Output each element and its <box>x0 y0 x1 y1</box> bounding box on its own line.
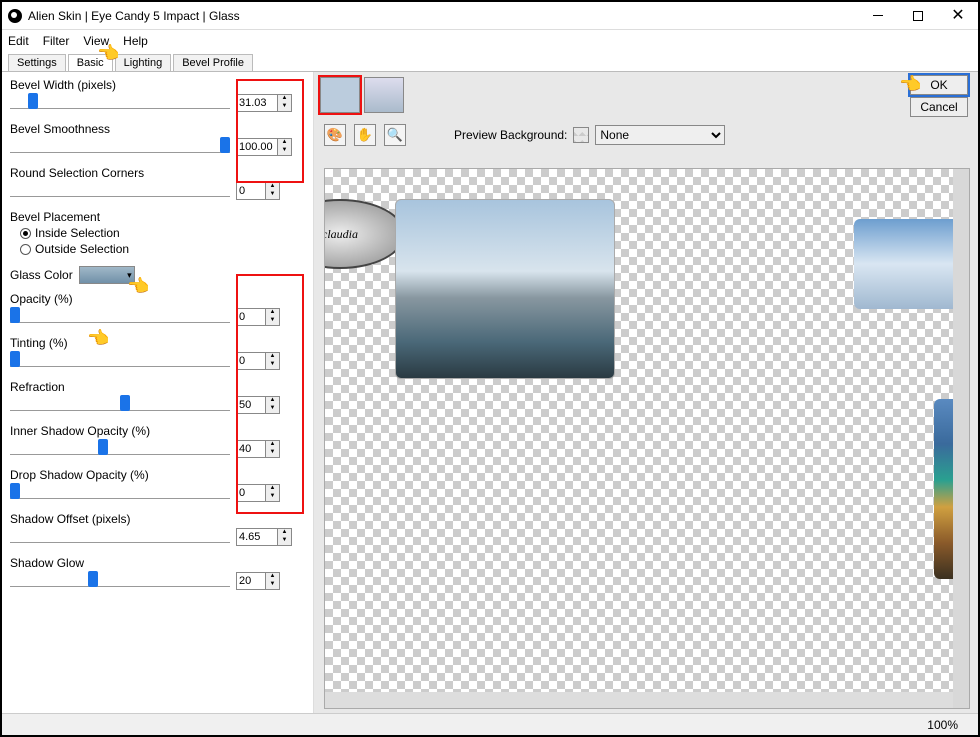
bevel-width-slider[interactable] <box>10 97 230 109</box>
drop-shadow-slider[interactable] <box>10 487 230 499</box>
vertical-scrollbar[interactable] <box>953 169 969 708</box>
round-corners-slider[interactable] <box>10 185 230 197</box>
shadow-glow-label: Shadow Glow <box>10 556 305 570</box>
opacity-label: Opacity (%) <box>10 292 305 306</box>
preset-thumbnails <box>314 72 978 118</box>
opacity-input[interactable]: ▲▼ <box>236 308 280 326</box>
preview-image-1 <box>395 199 615 379</box>
shadow-glow-input[interactable]: ▲▼ <box>236 572 280 590</box>
hand-annotation-icon: 👉 <box>128 276 150 297</box>
hand-annotation-icon: 👉 <box>98 43 120 64</box>
tab-settings[interactable]: Settings <box>8 54 66 71</box>
preset-thumb-1[interactable] <box>320 77 360 113</box>
bevel-smoothness-label: Bevel Smoothness <box>10 122 305 136</box>
opacity-slider[interactable] <box>10 311 230 323</box>
minimize-button[interactable] <box>858 3 898 29</box>
shadow-offset-input[interactable]: ▲▼ <box>236 528 292 546</box>
bevel-placement-label: Bevel Placement <box>10 210 305 224</box>
refraction-label: Refraction <box>10 380 305 394</box>
tinting-input[interactable]: ▲▼ <box>236 352 280 370</box>
color-picker-tool[interactable]: 🎨 <box>324 124 346 146</box>
hand-annotation-icon: 👉 <box>900 74 922 95</box>
horizontal-scrollbar[interactable] <box>325 692 953 708</box>
cancel-button[interactable]: Cancel <box>910 97 968 117</box>
radio-inside-selection[interactable]: Inside Selection <box>20 226 305 240</box>
menu-edit[interactable]: Edit <box>8 34 29 48</box>
maximize-button[interactable] <box>898 3 938 29</box>
round-corners-label: Round Selection Corners <box>10 166 305 180</box>
menu-filter[interactable]: Filter <box>43 34 70 48</box>
glass-color-button[interactable] <box>79 266 135 284</box>
glass-color-label: Glass Color <box>10 268 73 282</box>
tab-bevel-profile[interactable]: Bevel Profile <box>173 54 253 71</box>
preview-bg-select[interactable]: None <box>595 125 725 145</box>
statusbar: 100% <box>2 713 978 735</box>
bevel-smoothness-slider[interactable] <box>10 141 230 153</box>
bevel-width-label: Bevel Width (pixels) <box>10 78 305 92</box>
bevel-smoothness-input[interactable]: ▲▼ <box>236 138 292 156</box>
preset-thumb-2[interactable] <box>364 77 404 113</box>
shadow-glow-slider[interactable] <box>10 575 230 587</box>
pan-tool[interactable]: ✋ <box>354 124 376 146</box>
zoom-tool[interactable]: 🔍 <box>384 124 406 146</box>
tinting-label: Tinting (%) <box>10 336 305 350</box>
drop-shadow-label: Drop Shadow Opacity (%) <box>10 468 305 482</box>
tab-lighting[interactable]: Lighting <box>115 54 172 71</box>
preview-bg-swatch <box>573 127 589 143</box>
menu-help[interactable]: Help <box>123 34 148 48</box>
watermark-logo: claudia <box>324 199 405 269</box>
round-corners-input[interactable]: ▲▼ <box>236 182 280 200</box>
preview-canvas[interactable]: claudia <box>324 168 970 709</box>
inner-shadow-input[interactable]: ▲▼ <box>236 440 280 458</box>
parameters-panel: Bevel Width (pixels) ▲▼ Bevel Smoothness… <box>2 72 314 713</box>
app-icon <box>8 9 22 23</box>
tinting-slider[interactable] <box>10 355 230 367</box>
radio-outside-selection[interactable]: Outside Selection <box>20 242 305 256</box>
refraction-input[interactable]: ▲▼ <box>236 396 280 414</box>
preview-bg-label: Preview Background: <box>454 128 567 142</box>
tabs: Settings Basic Lighting Bevel Profile <box>2 52 978 72</box>
shadow-offset-label: Shadow Offset (pixels) <box>10 512 305 526</box>
close-button[interactable]: ✕ <box>938 3 978 29</box>
drop-shadow-input[interactable]: ▲▼ <box>236 484 280 502</box>
shadow-offset-slider[interactable] <box>10 531 230 543</box>
menubar: Edit Filter View Help <box>2 30 978 52</box>
refraction-slider[interactable] <box>10 399 230 411</box>
titlebar: Alien Skin | Eye Candy 5 Impact | Glass … <box>2 2 978 30</box>
bevel-width-input[interactable]: ▲▼ <box>236 94 292 112</box>
hand-annotation-icon: 👉 <box>88 328 110 349</box>
inner-shadow-label: Inner Shadow Opacity (%) <box>10 424 305 438</box>
zoom-level: 100% <box>927 718 958 732</box>
preview-panel: 🎨 ✋ 🔍 Preview Background: None claudia <box>314 72 978 713</box>
window-title: Alien Skin | Eye Candy 5 Impact | Glass <box>28 9 858 23</box>
inner-shadow-slider[interactable] <box>10 443 230 455</box>
